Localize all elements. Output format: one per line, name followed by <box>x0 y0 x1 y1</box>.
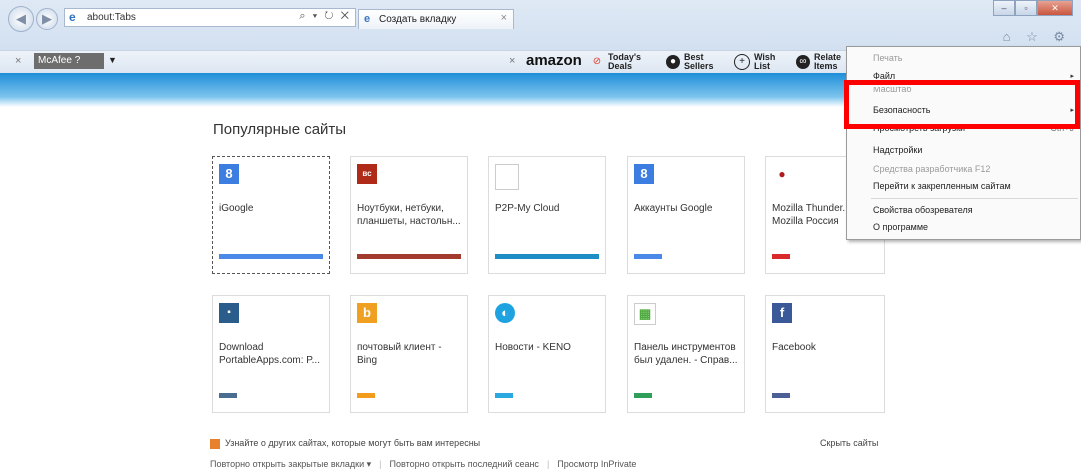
related-items-icon: ∞ <box>796 55 810 69</box>
reopen-last-session-link[interactable]: Повторно открыть последний сеанс <box>390 459 539 469</box>
window-controls: – ▫ ✕ <box>993 0 1073 16</box>
menu-separator <box>871 198 1078 199</box>
menu-item-about[interactable]: О программе <box>873 222 928 232</box>
discover-text: Узнайте о других сайтах, которые могут б… <box>225 438 481 448</box>
toolbar-close-icon[interactable]: × <box>15 55 21 67</box>
footer-links: Повторно открыть закрытые вкладки ▾ | Повт… <box>210 459 637 469</box>
best-sellers-button[interactable]: ● Best Sellers <box>666 53 714 71</box>
menu-item-addons[interactable]: Надстройки <box>873 145 922 155</box>
site-tile-bar <box>772 254 790 259</box>
address-text[interactable]: about:Tabs <box>87 12 136 23</box>
site-tile-bar <box>634 393 652 398</box>
site-tile-bar <box>219 254 323 259</box>
forward-arrow-icon: ▶ <box>42 11 52 26</box>
site-tile[interactable]: f Facebook <box>765 295 885 413</box>
site-tile-label: Новости - KENO <box>495 342 571 353</box>
site-tile-bar <box>772 393 790 398</box>
discover-icon <box>210 438 220 449</box>
back-button[interactable]: ◀ <box>8 6 34 32</box>
submenu-arrow-icon: ▸ <box>1070 73 1074 80</box>
site-tile-label: Аккаунты Google <box>634 203 713 214</box>
google-icon: 8 <box>219 164 239 184</box>
site-tile[interactable]: вс Ноутбуки, нетбуки, планшеты, настольн… <box>350 156 468 274</box>
menu-item-pinned-sites[interactable]: Перейти к закрепленным сайтам <box>873 181 1011 191</box>
discover-sites-link[interactable]: Узнайте о других сайтах, которые могут б… <box>210 438 480 449</box>
menu-item-print[interactable]: Печать <box>873 53 902 63</box>
related-items-button[interactable]: ∞ Relate Items <box>796 53 841 71</box>
tools-menu: Печать Файл ▸ Масштаб Безопасность ▸ Про… <box>846 46 1081 240</box>
help-icon: ? <box>74 55 81 66</box>
title-bar: ◀ ▶ e about:Tabs ⌕ ▾ ↻ ✕ e Создать вклад… <box>0 0 1081 50</box>
todays-deals-label: Today's Deals <box>608 52 641 71</box>
site-tile-bar <box>495 393 513 398</box>
close-window-button[interactable]: ✕ <box>1037 0 1073 16</box>
google-icon: 8 <box>634 164 654 184</box>
site-tile[interactable]: ◐ Новости - KENO <box>488 295 606 413</box>
tab-close-icon[interactable]: × <box>501 12 507 24</box>
facebook-icon: f <box>772 303 792 323</box>
hide-sites-link[interactable]: Скрыть сайты <box>820 438 878 448</box>
keno-icon: ◐ <box>495 303 515 323</box>
store-icon: вс <box>357 164 377 184</box>
amazon-logo[interactable]: amazon <box>526 52 582 69</box>
wish-list-button[interactable]: + Wish List <box>734 53 775 71</box>
address-bar[interactable]: e about:Tabs ⌕ ▾ ↻ ✕ <box>64 8 356 27</box>
popular-sites-title: Популярные сайты <box>213 121 347 138</box>
site-tile-label: почтовый клиент - Bing <box>357 342 442 366</box>
site-tile-label: Панель инструментов был удален. - Справ.… <box>634 342 738 366</box>
back-arrow-icon: ◀ <box>16 11 26 26</box>
amazon-toolbar-close-icon[interactable]: × <box>509 55 515 67</box>
menu-item-internet-options[interactable]: Свойства обозревателя <box>873 205 973 215</box>
reopen-closed-tabs-link[interactable]: Повторно открыть закрытые вкладки ▾ <box>210 459 371 469</box>
portableapps-icon: ▪ <box>219 303 239 323</box>
site-tile-bar <box>495 254 599 259</box>
deals-icon: ⊘ <box>592 56 602 67</box>
site-tile[interactable]: 8 Аккаунты Google <box>627 156 745 274</box>
site-tile-bar <box>357 393 375 398</box>
site-tile[interactable]: ▪ Download PortableApps.com: P... <box>212 295 330 413</box>
site-tile-label: Facebook <box>772 342 816 353</box>
forward-button[interactable]: ▶ <box>36 8 58 30</box>
site-tile[interactable]: P2P-My Cloud <box>488 156 606 274</box>
site-tile[interactable]: 8 iGoogle <box>212 156 330 274</box>
inprivate-link[interactable]: Просмотр InPrivate <box>557 459 636 469</box>
best-sellers-icon: ● <box>666 55 680 69</box>
address-buttons[interactable]: ⌕ ▾ ↻ ✕ <box>299 10 351 23</box>
site-tile-label: P2P-My Cloud <box>495 203 560 214</box>
menu-item-devtools[interactable]: Средства разработчика F12 <box>873 164 990 174</box>
mcafee-button[interactable]: McAfee ? <box>34 53 104 69</box>
tab-new-tab[interactable]: e Создать вкладку × <box>358 9 514 29</box>
tab-label: Создать вкладку <box>379 14 457 25</box>
site-tile-bar <box>357 254 461 259</box>
mozilla-icon: ● <box>772 164 792 184</box>
mcafee-dropdown-icon[interactable]: ▼ <box>108 55 117 65</box>
ie-page-icon: e <box>69 10 76 24</box>
site-tile-label: Download PortableApps.com: P... <box>219 342 320 366</box>
mcafee-label: McAfee <box>38 55 72 66</box>
wish-list-icon: + <box>734 54 750 70</box>
site-tile-label: Ноутбуки, нетбуки, планшеты, настольн... <box>357 203 461 227</box>
related-items-label: Relate Items <box>814 52 842 71</box>
site-tile[interactable]: ▦ Панель инструментов был удален. - Спра… <box>627 295 745 413</box>
blank-icon <box>495 164 519 190</box>
maximize-button[interactable]: ▫ <box>1015 0 1037 16</box>
minimize-button[interactable]: – <box>993 0 1015 16</box>
toolbar-removed-icon: ▦ <box>634 303 656 325</box>
site-tile[interactable]: b почтовый клиент - Bing <box>350 295 468 413</box>
best-sellers-label: Best Sellers <box>684 52 714 71</box>
site-tile-label: iGoogle <box>219 203 254 214</box>
site-tile-bar <box>219 393 237 398</box>
wish-list-label: Wish List <box>754 52 776 71</box>
site-tile-bar <box>634 254 662 259</box>
ie-tab-icon: e <box>364 13 371 25</box>
todays-deals-button[interactable]: ⊘ Today's Deals <box>590 53 641 71</box>
bing-icon: b <box>357 303 377 323</box>
highlight-box <box>844 80 1080 129</box>
home-favorites-tools-icons[interactable]: ⌂ ☆ ⚙ <box>1003 29 1071 45</box>
